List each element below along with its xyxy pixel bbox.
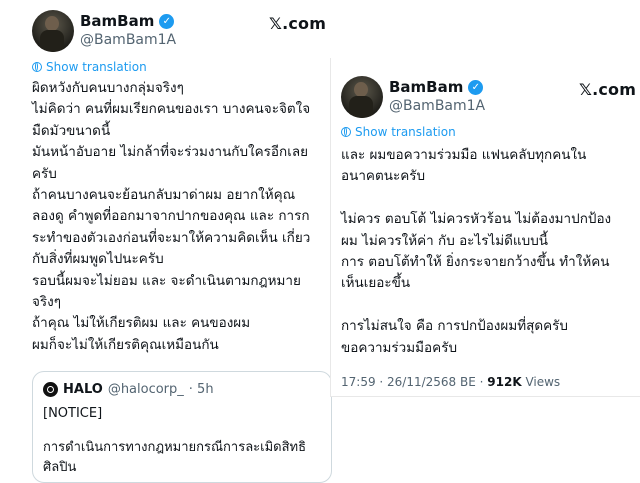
verified-badge-icon: ✓ bbox=[159, 13, 175, 29]
globe-icon bbox=[32, 62, 42, 72]
post-line: การไม่สนใจ คือ การปกป้องผมที่สุดครับ bbox=[341, 318, 568, 335]
post-line: จริงๆ bbox=[32, 294, 62, 311]
post-line: ไม่คิดว่า คนที่ผมเรียกคนของเรา บางคนจะจิ… bbox=[32, 101, 311, 118]
show-translation-label: Show translation bbox=[355, 125, 456, 139]
verified-badge-icon: ✓ bbox=[468, 79, 484, 95]
post-line: ครับ bbox=[32, 165, 57, 182]
post-body: และ ผมขอความร่วมมือ แฟนคลับทุกคนใน อนาคต… bbox=[341, 145, 611, 359]
quoted-line: [NOTICE] bbox=[43, 406, 103, 421]
quoted-post-time: · 5h bbox=[188, 382, 214, 397]
globe-icon bbox=[341, 127, 351, 137]
show-translation-label: Show translation bbox=[46, 60, 147, 74]
avatar[interactable] bbox=[32, 10, 74, 52]
author-name-row[interactable]: BamBam ✓ bbox=[80, 12, 175, 30]
post-line: รอบนี้ผมจะไม่ยอม และ จะดำเนินตามกฎหมาย bbox=[32, 272, 301, 289]
post-timestamp[interactable]: 17:59 · 26/11/2568 BE · bbox=[341, 375, 483, 389]
handle[interactable]: @BamBam1A bbox=[389, 98, 485, 114]
handle[interactable]: @BamBam1A bbox=[80, 32, 176, 48]
post-line: การ ตอบโต้ทำให้ ยิ่งกระจายกว้างขึ้น ทำให… bbox=[341, 254, 610, 271]
post-line: ระทำของตัวเองก่อนที่จะมาให้ความคิดเห็น เ… bbox=[32, 229, 311, 246]
post-body: ผิดหวังกับคนบางกลุ่มจริงๆ ไม่คิดว่า คนที… bbox=[32, 78, 310, 356]
quoted-author-handle[interactable]: @halocorp_ bbox=[108, 382, 184, 397]
quoted-post[interactable]: HALO @halocorp_ · 5h [NOTICE] การดำเนินก… bbox=[32, 371, 332, 483]
quoted-post-header: HALO @halocorp_ · 5h bbox=[43, 382, 214, 397]
display-name[interactable]: BamBam bbox=[389, 78, 463, 96]
quoted-line: ศิลปิน bbox=[43, 460, 77, 475]
right-post-card: BamBam ✓ @BamBam1A 𝕏.com Show translatio… bbox=[330, 58, 640, 397]
post-line: ขอความร่วมมือครับ bbox=[341, 339, 458, 356]
post-line: ผม ไม่ควรให้ค่า กับ อะไรไม่ดีแบบนี้ bbox=[341, 232, 549, 249]
post-line: มืดมัวขนาดนี้ bbox=[32, 122, 111, 139]
post-line: ผิดหวังกับคนบางกลุ่มจริงๆ bbox=[32, 80, 184, 96]
avatar[interactable] bbox=[341, 76, 383, 118]
quoted-line: การดำเนินการทางกฎหมายกรณีการละเมิดสิทธิ bbox=[43, 440, 307, 455]
post-line: และ ผมขอความร่วมมือ แฟนคลับทุกคนใน bbox=[341, 147, 587, 163]
author-name-row[interactable]: BamBam ✓ bbox=[389, 78, 484, 96]
post-meta: 17:59 · 26/11/2568 BE · 912K Views bbox=[341, 375, 560, 389]
post-line: อนาคตนะครับ bbox=[341, 168, 426, 185]
display-name[interactable]: BamBam bbox=[80, 12, 154, 30]
post-line: กับสิ่งที่ผมพูดไปนะครับ bbox=[32, 251, 164, 268]
left-post-card: BamBam ✓ @BamBam1A 𝕏.com Show translatio… bbox=[0, 0, 332, 483]
post-line bbox=[341, 188, 611, 209]
halo-logo-icon bbox=[43, 382, 58, 397]
show-translation-link[interactable]: Show translation bbox=[341, 125, 456, 139]
quoted-author-name[interactable]: HALO bbox=[63, 382, 103, 397]
post-line: ไม่ควร ตอบโต้ ไม่ควรหัวร้อน ไม่ต้องมาปกป… bbox=[341, 211, 612, 228]
x-brand-logo: 𝕏.com bbox=[579, 80, 637, 99]
views-count: 912K bbox=[487, 375, 522, 389]
post-line: เห็นเยอะขึ้น bbox=[341, 275, 411, 292]
post-line: ถ้าคุณ ไม่ให้เกียรติผม และ คนของผม bbox=[32, 315, 251, 332]
show-translation-link[interactable]: Show translation bbox=[32, 60, 147, 74]
x-brand-logo: 𝕏.com bbox=[269, 14, 327, 33]
post-line: มันหน้าอับอาย ไม่กล้าที่จะร่วมงานกับใครอ… bbox=[32, 144, 309, 161]
post-line: ผมก็จะไม่ให้เกียรติคุณเหมือนกัน bbox=[32, 336, 219, 353]
post-line: ถ้าคนบางคนจะย้อนกลับมาด่าผม อยากให้คุณ bbox=[32, 187, 296, 204]
post-line: ลองดู คำพูดที่ออกมาจากปากของคุณ และ การก bbox=[32, 208, 310, 225]
views-label: Views bbox=[521, 375, 561, 389]
post-line bbox=[341, 295, 611, 316]
